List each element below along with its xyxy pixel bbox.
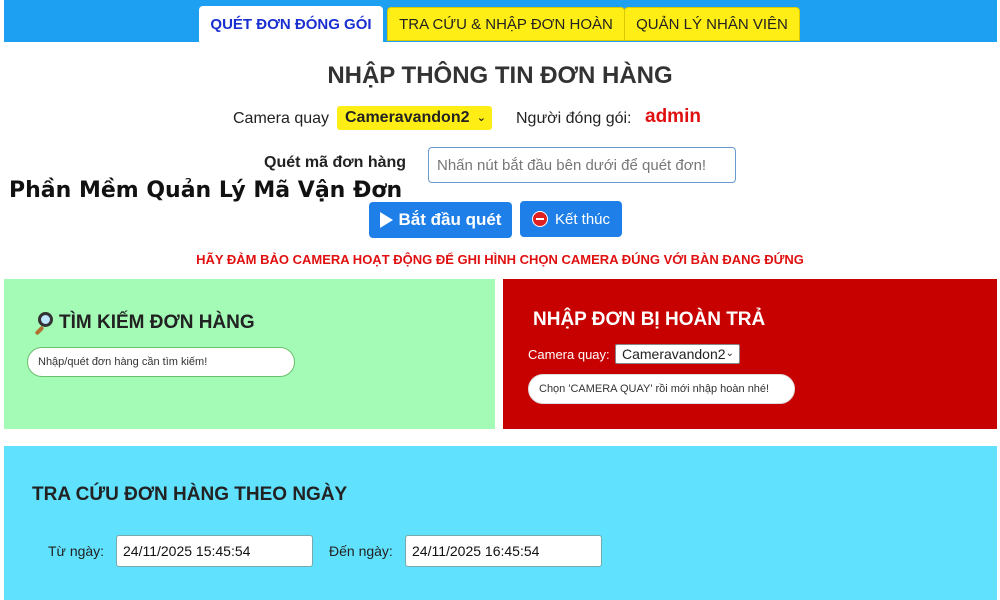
to-date-input[interactable]	[405, 535, 602, 567]
scan-order-input[interactable]	[428, 147, 736, 183]
camera-select-value: Cameravandon2	[345, 109, 470, 126]
camera-warning: HÃY ĐẢM BẢO CAMERA HOẠT ĐỘNG ĐỂ GHI HÌNH…	[196, 252, 804, 267]
to-date-label: Đến ngày:	[329, 543, 393, 559]
stop-scan-button[interactable]: Kết thúc	[520, 201, 622, 237]
play-icon	[379, 212, 393, 228]
chevron-down-icon: ⌄	[476, 112, 486, 124]
camera-label: Camera quay	[233, 110, 330, 127]
chevron-down-icon: ⌄	[725, 348, 734, 359]
camera-select[interactable]: Cameravandon2 ⌄	[337, 106, 492, 130]
search-panel: TÌM KIẾM ĐƠN HÀNG	[4, 279, 495, 429]
search-panel-title: TÌM KIẾM ĐƠN HÀNG	[32, 311, 255, 336]
return-panel-title: NHẬP ĐƠN BỊ HOÀN TRẢ	[533, 309, 766, 330]
start-scan-button[interactable]: Bắt đầu quét	[369, 202, 512, 238]
packer-label: Người đóng gói:	[516, 110, 632, 127]
search-order-input[interactable]	[27, 347, 295, 377]
from-date-label: Từ ngày:	[48, 543, 105, 559]
return-panel: NHẬP ĐƠN BỊ HOÀN TRẢ Camera quay: Camera…	[503, 279, 997, 429]
date-lookup-title: TRA CỨU ĐƠN HÀNG THEO NGÀY	[32, 484, 348, 505]
software-watermark: Phần Mềm Quản Lý Mã Vận Đơn	[9, 178, 403, 203]
tab-bar: QUÉT ĐƠN ĐÓNG GÓI TRA CỨU & NHẬP ĐƠN HOÀ…	[4, 0, 997, 42]
stop-icon	[531, 211, 548, 227]
packer-value: admin	[645, 106, 701, 127]
camera-row: Camera quay Cameravandon2 ⌄ Người đóng g…	[0, 106, 1000, 132]
scan-order-label: Quét mã đơn hàng	[264, 154, 407, 171]
return-camera-select-value: Cameravandon2	[622, 346, 726, 362]
date-lookup-panel: TRA CỨU ĐƠN HÀNG THEO NGÀY Từ ngày: Đến …	[4, 446, 997, 600]
start-scan-label: Bắt đầu quét	[398, 210, 502, 229]
tab-lookup-returns[interactable]: TRA CỨU & NHẬP ĐƠN HOÀN	[387, 7, 625, 41]
stop-scan-label: Kết thúc	[554, 210, 611, 228]
search-title-text: TÌM KIẾM ĐƠN HÀNG	[59, 312, 255, 333]
return-camera-label: Camera quay:	[528, 347, 610, 362]
from-date-input[interactable]	[116, 535, 313, 567]
magnifier-icon	[32, 311, 56, 336]
page-title: NHẬP THÔNG TIN ĐƠN HÀNG	[327, 62, 673, 89]
tab-scan-packing[interactable]: QUÉT ĐƠN ĐÓNG GÓI	[199, 6, 383, 42]
return-camera-select[interactable]: Cameravandon2 ⌄	[615, 344, 740, 364]
tab-staff-management[interactable]: QUẢN LÝ NHÂN VIÊN	[624, 7, 800, 41]
return-order-input[interactable]	[528, 374, 795, 404]
